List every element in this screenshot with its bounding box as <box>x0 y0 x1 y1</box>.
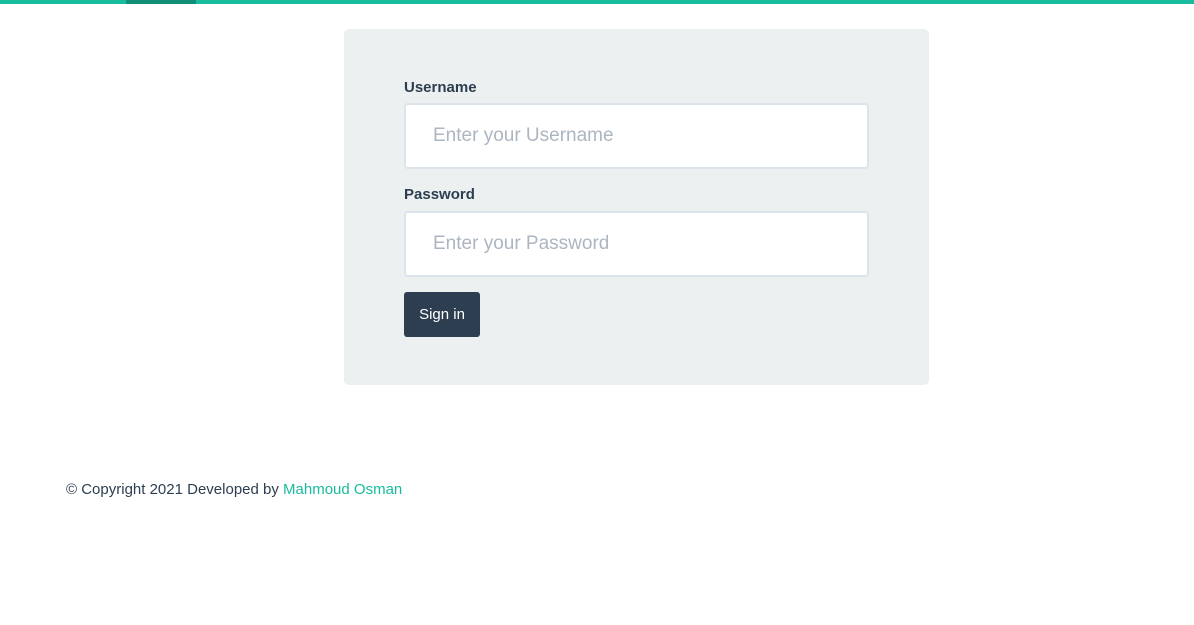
sign-in-button[interactable]: Sign in <box>404 292 480 337</box>
login-card: Username Password Sign in <box>344 29 929 385</box>
username-label: Username <box>404 79 477 96</box>
top-bar-progress-segment <box>126 0 196 4</box>
footer: © Copyright 2021 Developed by Mahmoud Os… <box>66 481 402 498</box>
username-input[interactable] <box>404 103 869 169</box>
copyright-text: © Copyright 2021 Developed by <box>66 481 279 498</box>
top-accent-bar <box>0 0 1194 4</box>
author-link[interactable]: Mahmoud Osman <box>283 481 402 498</box>
password-input[interactable] <box>404 211 869 277</box>
password-label: Password <box>404 186 475 203</box>
